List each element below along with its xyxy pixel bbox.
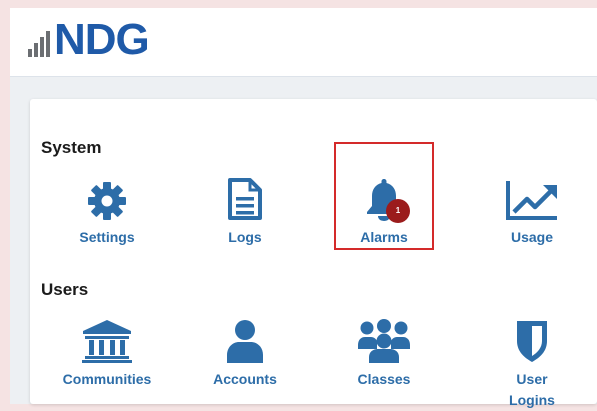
tile-accounts[interactable]: Accounts (185, 315, 305, 390)
tile-accounts-label: Accounts (213, 371, 277, 387)
user-icon (185, 315, 305, 363)
tile-settings[interactable]: Settings (47, 173, 167, 248)
section-title-users: Users (41, 280, 89, 299)
header: NDG (10, 8, 597, 77)
ndg-logo[interactable]: NDG (28, 15, 150, 64)
institution-icon (47, 315, 167, 363)
tile-usage[interactable]: Usage (472, 173, 592, 248)
tile-user-logins[interactable]: User Logins (472, 315, 592, 411)
users-group-icon (324, 315, 444, 363)
tile-communities-label: Communities (62, 371, 152, 387)
section-title-system: System (41, 138, 102, 157)
tile-usage-label: Usage (510, 229, 554, 245)
page: NDG System Settings Logs 1 Alarms Usage … (10, 8, 597, 408)
gear-icon (47, 173, 167, 221)
tile-communities[interactable]: Communities (47, 315, 167, 390)
tile-logs[interactable]: Logs (185, 173, 305, 248)
logo-text: NDG (54, 15, 150, 64)
tile-classes-label: Classes (357, 371, 411, 387)
document-icon (185, 173, 305, 221)
tile-user-logins-label-line2: Logins (509, 392, 555, 408)
tile-user-logins-label: User Logins (472, 369, 592, 411)
shield-icon (472, 315, 592, 363)
tile-logs-label: Logs (228, 229, 262, 245)
tile-user-logins-label-line1: User (516, 371, 548, 387)
alarms-highlight-box (334, 142, 434, 250)
dashboard-card: System Settings Logs 1 Alarms Usage User… (30, 99, 597, 408)
logo-bars-icon (28, 31, 52, 57)
line-chart-icon (472, 173, 592, 221)
tile-classes[interactable]: Classes (324, 315, 444, 390)
tile-settings-label: Settings (79, 229, 135, 245)
